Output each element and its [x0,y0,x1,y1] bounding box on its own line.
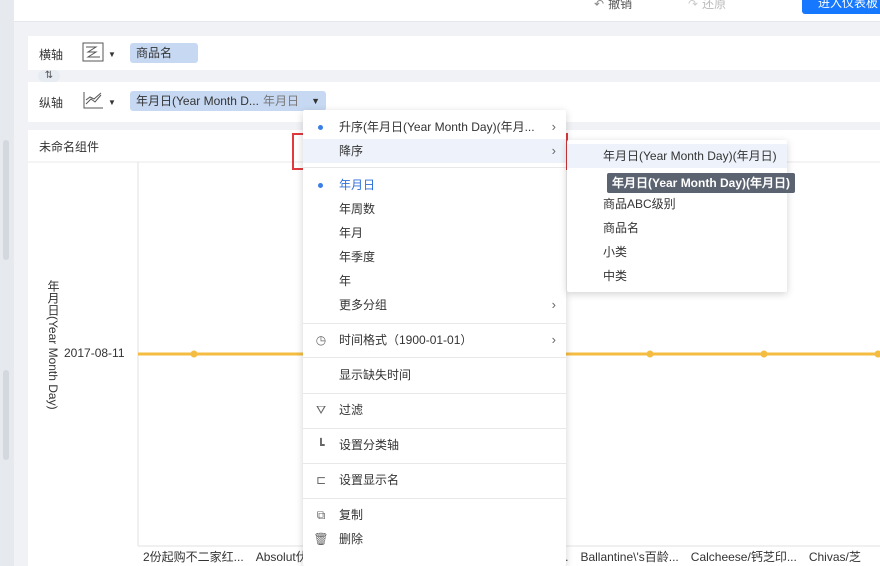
chevron-right-icon: › [551,143,556,158]
menu-item-label: 时间格式（1900-01-01） [339,333,473,347]
menu-item-label: 设置分类轴 [339,438,400,452]
menu-item-set-display-name[interactable]: ⊏ 设置显示名 [303,468,566,492]
menu-item-sort-descending[interactable]: 降序 › [303,139,566,163]
x-field-label: 商品名 [136,46,173,60]
menu-divider [303,357,566,358]
chevron-right-icon: › [551,297,556,312]
x-tick-label: Calcheese/钙芝印... [690,550,797,564]
trash-icon: 🗑 [313,532,329,546]
x-tick-label: Ballantine\'s百龄... [580,550,679,564]
data-point[interactable] [190,350,198,358]
menu-divider [303,428,566,429]
y-axis-label: 纵轴 [39,96,64,110]
submenu-item-label: 小类 [603,245,628,259]
menu-item-label: 年月 [339,226,364,240]
submenu-item-label: 商品名 [603,221,640,235]
axis-chart-type-icon[interactable] [82,42,104,62]
copy-icon: ⧉ [316,508,326,522]
menu-divider [303,167,566,168]
menu-item-label: 复制 [339,508,364,522]
x-tick-label: 2份起购不二家红... [143,550,244,564]
y-axis-title: 年月日(Year Month Day) [46,280,60,410]
y-field-sub-label: 年月日 [262,94,299,108]
menu-item-label: 年季度 [339,250,376,264]
y-axis-field-pill[interactable]: 年月日(Year Month D... 年月日 ▼ [130,91,326,111]
menu-item-label: 过滤 [339,403,364,417]
chevron-right-icon: › [551,332,556,347]
menu-item-label: 年周数 [339,202,376,216]
x-axis-field-pill[interactable]: 商品名 [130,43,198,63]
menu-item-show-missing-time[interactable]: 显示缺失时间 [303,363,566,387]
menu-divider [303,498,566,499]
selected-dot-icon [318,125,323,130]
menu-item-more-grouping[interactable]: 更多分组 › [303,293,566,317]
menu-divider [303,323,566,324]
menu-item-label: 更多分组 [339,298,388,312]
y-tick-label: 2017-08-11 [64,346,125,360]
menu-item-label: 删除 [339,532,364,546]
rename-icon: ⊏ [315,473,327,487]
submenu-item-subcategory[interactable]: 小类 [567,240,787,264]
menu-item-label: 显示缺失时间 [339,368,412,382]
menu-divider [303,393,566,394]
submenu-item-year-month-day[interactable]: 年月日(Year Month Day)(年月日) [567,144,787,168]
submenu-item-label: 商品ABC级别 [603,197,676,211]
x-tick-label: Chivas/芝 [808,550,861,564]
field-context-menu: 升序(年月日(Year Month Day)(年月... › 降序 › 年月日 … [303,110,566,566]
undo-icon: ↶ [594,0,605,11]
swap-axes-icon[interactable]: ⇅ [38,70,60,82]
data-point[interactable] [874,350,880,358]
undo-label: 撤销 [608,0,633,11]
menu-item-label: 年 [339,274,352,288]
menu-item-set-category-axis[interactable]: ┗ 设置分类轴 [303,433,566,457]
submenu-item-label: 年月日(Year Month Day)(年月日) [603,149,777,163]
chevron-down-icon[interactable]: ▼ [108,98,116,107]
scrollbar-segment[interactable] [3,140,9,260]
enter-dashboard-button[interactable]: 进入仪表板 [802,0,880,14]
menu-item-delete[interactable]: 🗑 删除 [303,527,566,551]
x-axis-row: 横轴 ▼ 商品名 [28,38,880,68]
chevron-right-icon: › [551,119,556,134]
menu-item-year-quarter[interactable]: 年季度 [303,245,566,269]
top-toolbar: ↶ 撤销 ↷ 还原 进入仪表板 [14,0,880,22]
menu-item-copy[interactable]: ⧉ 复制 [303,503,566,527]
submenu-item-middle-category[interactable]: 中类 [567,264,787,288]
selected-dot-icon [318,183,323,188]
clock-icon: ◷ [315,333,327,347]
category-axis-icon: ┗ [317,438,325,452]
tooltip: 年月日(Year Month Day)(年月日) [607,173,796,193]
menu-divider [303,463,566,464]
chevron-down-icon[interactable]: ▼ [108,50,116,59]
line-chart-icon[interactable] [82,90,104,110]
redo-button[interactable]: ↷ 还原 [688,0,726,14]
menu-item-label: 年月日 [339,178,376,192]
menu-item-year-week[interactable]: 年周数 [303,197,566,221]
menu-item-label: 设置显示名 [339,473,400,487]
submenu-item-abc-level[interactable]: 商品ABC级别 [567,192,787,216]
x-axis-label: 横轴 [39,48,64,62]
menu-item-label: 升序(年月日(Year Month Day)(年月... [339,120,535,134]
axis-divider [28,70,880,82]
submenu-item-label: 中类 [603,269,628,283]
redo-label: 还原 [702,0,727,11]
menu-item-year-month-day[interactable]: 年月日 [303,173,566,197]
menu-item-filter[interactable]: ⛛ 过滤 [303,398,566,422]
data-point[interactable] [760,350,768,358]
scrollbar-segment[interactable] [3,370,9,460]
menu-item-time-format[interactable]: ◷ 时间格式（1900-01-01） › [303,328,566,352]
menu-item-year[interactable]: 年 [303,269,566,293]
sort-descending-submenu: 年月日(Year Month Day)(年月日) 商品ABC级别 商品名 小类 … [567,140,787,292]
filter-icon: ⛛ [315,403,327,417]
redo-icon: ↷ [688,0,699,11]
menu-item-sort-ascending[interactable]: 升序(年月日(Year Month Day)(年月... › [303,115,566,139]
menu-item-year-month[interactable]: 年月 [303,221,566,245]
undo-button[interactable]: ↶ 撤销 [594,0,632,14]
submenu-item-product-name[interactable]: 商品名 [567,216,787,240]
data-point[interactable] [646,350,654,358]
menu-item-label: 降序 [339,144,364,158]
caret-down-icon[interactable]: ▼ [311,91,320,111]
y-field-label: 年月日(Year Month D... [136,94,259,108]
left-scroll-strip [0,0,14,566]
